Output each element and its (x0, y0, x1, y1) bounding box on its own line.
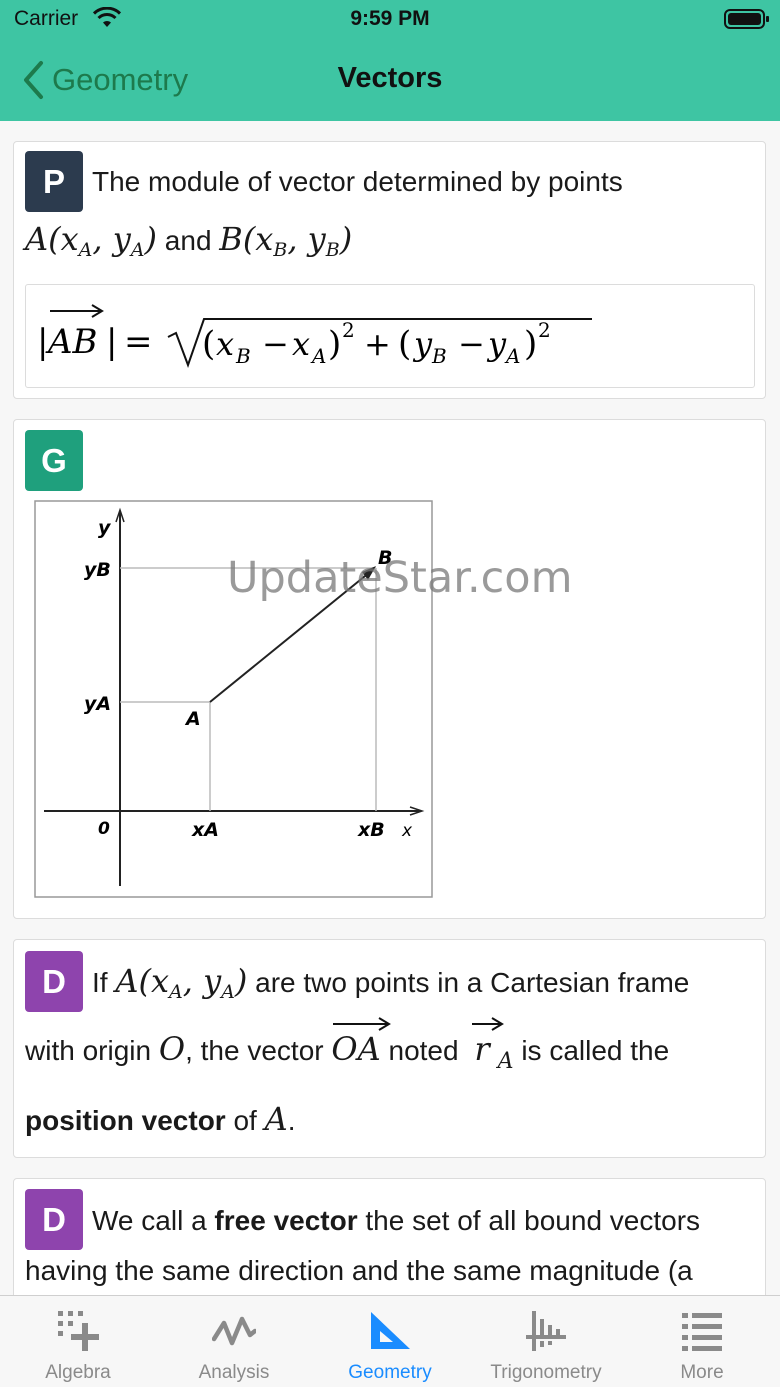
svg-text:+: + (364, 325, 391, 363)
vector-module-formula: | AB | = ( x B − x A ) 2 + ( y B − y A)… (37, 304, 592, 368)
svg-text:−: − (262, 325, 289, 363)
tab-label: Geometry (348, 1362, 432, 1383)
definition-line2: with origin O, the vector OA noted r A i… (25, 1017, 669, 1074)
svg-text:−: − (458, 325, 485, 363)
point-a-label: A (184, 708, 201, 730)
tab-label: Analysis (198, 1362, 270, 1383)
tab-bar: Algebra Analysis Geometry Trigonometry M… (0, 1295, 780, 1387)
svg-text:y: y (412, 325, 433, 363)
watermark: UpdateStar.com (227, 553, 573, 603)
clock: 9:59 PM (350, 7, 430, 30)
battery-icon (724, 9, 770, 29)
svg-text:A: A (504, 344, 520, 368)
origin-label: 0 (98, 819, 110, 839)
svg-text:B: B (235, 344, 251, 368)
svg-text:y: y (486, 325, 507, 363)
definition-line1: If A(xA, yA) are two points in a Cartesi… (92, 962, 690, 1003)
geometry-icon (371, 1312, 410, 1349)
more-icon (682, 1313, 722, 1351)
analysis-icon (212, 1316, 256, 1346)
property-text-line2: A(xA, yA) and B(xB, yB) (25, 220, 353, 261)
svg-text:B: B (431, 344, 447, 368)
svg-text:2: 2 (342, 318, 355, 342)
tab-label: More (680, 1362, 724, 1383)
svg-text:): ) (328, 324, 341, 364)
svg-text:(: ( (398, 324, 411, 364)
svg-text:AB: AB (45, 322, 98, 362)
svg-text:(: ( (202, 324, 215, 364)
and-word: and (164, 225, 212, 256)
xb-label: xB (357, 819, 385, 841)
tab-analysis[interactable]: Analysis (156, 1296, 312, 1387)
svg-text:|: | (37, 322, 48, 362)
property-card: P The module of vector determined by poi… (13, 141, 766, 399)
definition-badge: D (25, 951, 83, 1012)
definition-card-position-vector: D If A(xA, yA) are two points in a Carte… (13, 939, 766, 1158)
page-title: Vectors (337, 62, 443, 94)
status-bar: Carrier 9:59 PM (0, 0, 780, 40)
definition2-line2: having the same direction and the same m… (25, 1255, 693, 1286)
content-scroll[interactable]: P The module of vector determined by poi… (0, 121, 780, 1295)
navigation-header: Carrier 9:59 PM Geometry Vectors (0, 0, 780, 121)
tab-algebra[interactable]: Algebra (0, 1296, 156, 1387)
svg-text:x: x (292, 325, 310, 363)
svg-text:=: = (124, 322, 153, 362)
tab-label: Trigonometry (490, 1362, 602, 1383)
xa-label: xA (191, 819, 219, 841)
definition-badge: D (25, 1189, 83, 1250)
ya-label: yA (84, 693, 111, 715)
property-text-line1: The module of vector determined by point… (92, 166, 623, 197)
svg-text:|: | (106, 322, 117, 362)
definition-line3: position vector of A. (25, 1100, 296, 1138)
graph-card: G y yB yA A B 0 xA xB x (13, 419, 766, 919)
y-axis-label: y (98, 517, 112, 539)
tab-more[interactable]: More (624, 1296, 780, 1387)
svg-text:A: A (310, 344, 326, 368)
svg-text:2: 2 (538, 318, 551, 342)
definition2-line1: We call a free vector the set of all bou… (92, 1205, 701, 1236)
graph-badge: G (25, 430, 83, 491)
trigonometry-icon (526, 1311, 566, 1351)
formula-box: | AB | = ( x B − x A ) 2 + ( y B − y A)… (25, 284, 755, 388)
property-badge: P (25, 151, 83, 212)
svg-text:x: x (216, 325, 234, 363)
algebra-icon (58, 1311, 99, 1351)
svg-text:): ) (524, 324, 537, 364)
yb-label: yB (84, 559, 111, 581)
definition-card-free-vector: D We call a free vector the set of all b… (13, 1178, 766, 1295)
x-axis-label: x (401, 821, 413, 841)
tab-label: Algebra (45, 1362, 111, 1383)
tab-trigonometry[interactable]: Trigonometry (468, 1296, 624, 1387)
tab-geometry[interactable]: Geometry (312, 1296, 468, 1387)
